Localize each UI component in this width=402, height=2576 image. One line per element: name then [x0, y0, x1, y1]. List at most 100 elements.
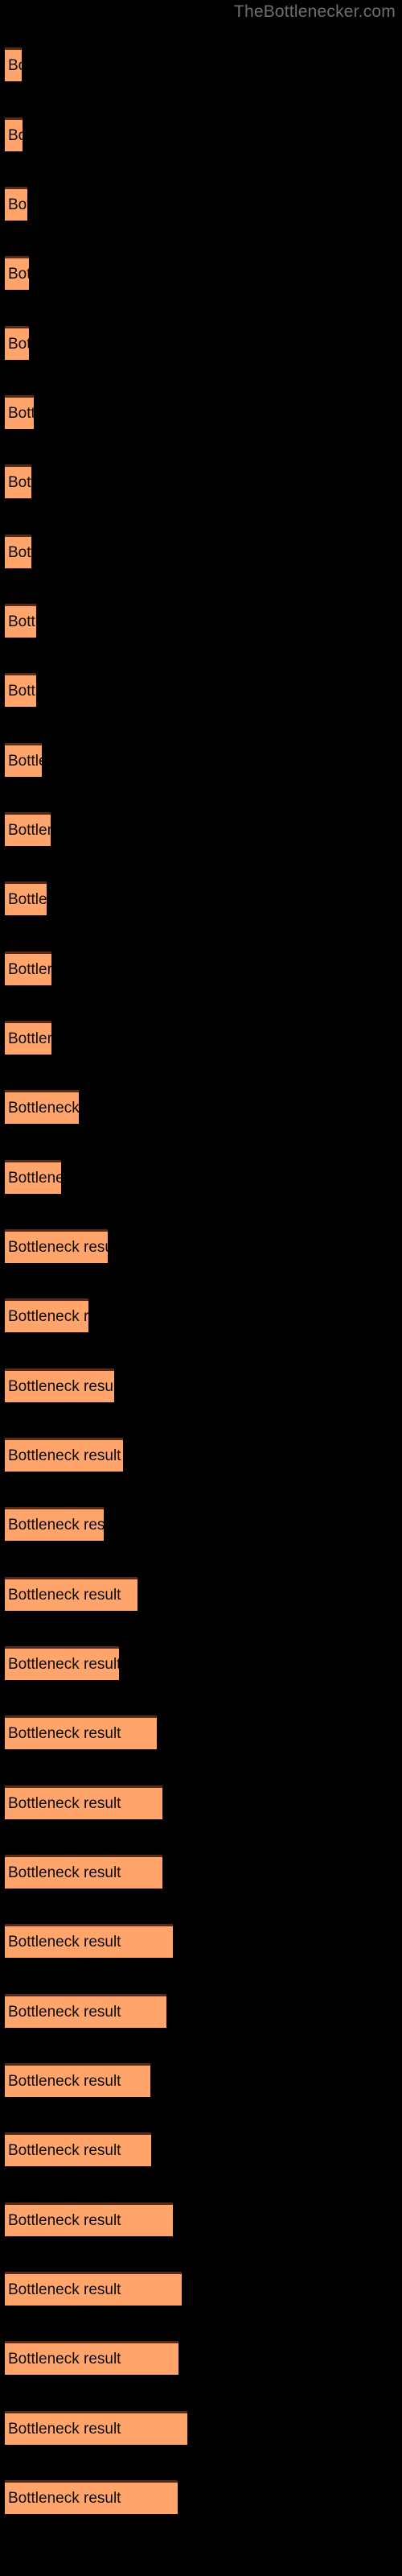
- chart-bar[interactable]: Bottleneck result: [5, 1090, 79, 1124]
- bar-row: Bottleneck result: [0, 812, 402, 846]
- chart-bar[interactable]: Bottleneck result: [5, 2411, 187, 2445]
- chart-bar[interactable]: Bottleneck result: [5, 118, 23, 151]
- chart-bar[interactable]: Bottleneck result: [5, 1924, 173, 1958]
- bar-row: Bottleneck result: [0, 1368, 402, 1402]
- chart-bar[interactable]: Bottleneck result: [5, 256, 29, 290]
- chart-bar[interactable]: Bottleneck result: [5, 326, 29, 360]
- chart-bar[interactable]: Bottleneck result: [5, 604, 36, 638]
- bar-row: Bottleneck result: [0, 1994, 402, 2028]
- chart-bar[interactable]: Bottleneck result: [5, 1715, 157, 1749]
- chart-bar-label: Bottleneck result: [8, 126, 23, 144]
- chart-bar-label: Bottleneck result: [8, 2350, 121, 2368]
- chart-bar[interactable]: Bottleneck result: [5, 1507, 104, 1541]
- chart-bar-label: Bottleneck result: [8, 335, 29, 353]
- chart-bar-label: Bottleneck result: [8, 1377, 114, 1395]
- chart-bar-label: Bottleneck result: [8, 890, 47, 908]
- bar-row: Bottleneck result: [0, 535, 402, 568]
- chart-bar-label: Bottleneck result: [8, 1307, 88, 1325]
- bar-row: Bottleneck result: [0, 2272, 402, 2306]
- chart-bar-label: Bottleneck result: [8, 2003, 121, 2021]
- bar-row: Bottleneck result: [0, 1090, 402, 1124]
- chart-bar-label: Bottleneck result: [8, 2281, 121, 2298]
- chart-bar[interactable]: Bottleneck result: [5, 1229, 108, 1263]
- bar-row: Bottleneck result: [0, 604, 402, 638]
- chart-bar[interactable]: Bottleneck result: [5, 952, 51, 985]
- bar-row: Bottleneck result: [0, 952, 402, 985]
- bar-row: Bottleneck result: [0, 1229, 402, 1263]
- bar-row: Bottleneck result: [0, 1577, 402, 1611]
- bar-row: Bottleneck result: [0, 256, 402, 290]
- bar-row: Bottleneck result: [0, 1507, 402, 1541]
- chart-bar[interactable]: Bottleneck result: [5, 743, 42, 777]
- chart-bar-label: Bottleneck result: [8, 2211, 121, 2229]
- chart-bar-label: Bottleneck result: [8, 1655, 119, 1673]
- chart-bar[interactable]: Bottleneck result: [5, 187, 27, 221]
- chart-bar[interactable]: Bottleneck result: [5, 1994, 166, 2028]
- chart-bar[interactable]: Bottleneck result: [5, 2063, 150, 2097]
- chart-bar[interactable]: Bottleneck result: [5, 1438, 123, 1472]
- chart-bar[interactable]: Bottleneck result: [5, 2202, 173, 2236]
- chart-bar-label: Bottleneck result: [8, 613, 36, 630]
- chart-bar[interactable]: Bottleneck result: [5, 2341, 178, 2375]
- chart-bar[interactable]: Bottleneck result: [5, 881, 47, 915]
- chart-bar-label: Bottleneck result: [8, 682, 36, 700]
- chart-bar-label: Bottleneck result: [8, 56, 22, 74]
- chart-bar-label: Bottleneck result: [8, 2072, 121, 2090]
- chart-bar[interactable]: Bottleneck result: [5, 1785, 162, 1819]
- chart-bar[interactable]: Bottleneck result: [5, 1855, 162, 1889]
- bar-row: Bottleneck result: [0, 1715, 402, 1749]
- chart-bar-label: Bottleneck result: [8, 821, 51, 839]
- chart-bar-label: Bottleneck result: [8, 543, 31, 561]
- chart-bar-label: Bottleneck result: [8, 404, 34, 422]
- chart-bar-label: Bottleneck result: [8, 265, 29, 283]
- bar-row: Bottleneck result: [0, 464, 402, 498]
- chart-bar-label: Bottleneck result: [8, 2141, 121, 2159]
- bar-row: Bottleneck result: [0, 395, 402, 429]
- chart-bar-label: Bottleneck result: [8, 1586, 121, 1604]
- bar-row: Bottleneck result: [0, 673, 402, 707]
- chart-bar-label: Bottleneck result: [8, 1099, 79, 1117]
- chart-bar[interactable]: Bottleneck result: [5, 1577, 137, 1611]
- bar-row: Bottleneck result: [0, 2411, 402, 2445]
- bar-row: Bottleneck result: [0, 118, 402, 151]
- chart-bar-label: Bottleneck result: [8, 1238, 108, 1256]
- chart-bar-label: Bottleneck result: [8, 1516, 104, 1534]
- chart-bar-label: Bottleneck result: [8, 1864, 121, 1881]
- bar-row: Bottleneck result: [0, 1438, 402, 1472]
- chart-bar-label: Bottleneck result: [8, 2420, 121, 2438]
- bar-row: Bottleneck result: [0, 1021, 402, 1055]
- chart-bar-label: Bottleneck result: [8, 1447, 121, 1464]
- chart-bar[interactable]: Bottleneck result: [5, 2480, 178, 2514]
- chart-bar[interactable]: Bottleneck result: [5, 464, 31, 498]
- chart-bar[interactable]: Bottleneck result: [5, 47, 22, 81]
- chart-bar[interactable]: Bottleneck result: [5, 1298, 88, 1332]
- chart-bar-label: Bottleneck result: [8, 960, 51, 978]
- chart-bar-label: Bottleneck result: [8, 1030, 51, 1047]
- chart-bar[interactable]: Bottleneck result: [5, 2272, 182, 2306]
- chart-bar-label: Bottleneck result: [8, 1724, 121, 1742]
- chart-bar[interactable]: Bottleneck result: [5, 395, 34, 429]
- bar-row: Bottleneck result: [0, 326, 402, 360]
- chart-bar-label: Bottleneck result: [8, 1933, 121, 1951]
- chart-bar-label: Bottleneck result: [8, 473, 31, 491]
- bar-row: Bottleneck result: [0, 1298, 402, 1332]
- chart-bar-label: Bottleneck result: [8, 1169, 61, 1187]
- bar-row: Bottleneck result: [0, 1646, 402, 1680]
- bar-row: Bottleneck result: [0, 2132, 402, 2166]
- bar-row: Bottleneck result: [0, 2480, 402, 2514]
- chart-bar[interactable]: Bottleneck result: [5, 812, 51, 846]
- chart-bar[interactable]: Bottleneck result: [5, 535, 31, 568]
- chart-bar[interactable]: Bottleneck result: [5, 673, 36, 707]
- bottleneck-bar-chart: Bottleneck result Bottleneck result Bottle…: [0, 0, 402, 2576]
- chart-bar[interactable]: Bottleneck result: [5, 1160, 61, 1194]
- chart-bar-label: Bottleneck result: [8, 196, 27, 213]
- bar-row: Bottleneck result: [0, 47, 402, 81]
- chart-bar[interactable]: Bottleneck result: [5, 1646, 119, 1680]
- chart-bar[interactable]: Bottleneck result: [5, 1368, 114, 1402]
- bar-row: Bottleneck result: [0, 187, 402, 221]
- chart-bar[interactable]: Bottleneck result: [5, 1021, 51, 1055]
- bar-row: Bottleneck result: [0, 743, 402, 777]
- chart-bar[interactable]: Bottleneck result: [5, 2132, 151, 2166]
- chart-bar-label: Bottleneck result: [8, 1794, 121, 1812]
- bar-row: Bottleneck result: [0, 2341, 402, 2375]
